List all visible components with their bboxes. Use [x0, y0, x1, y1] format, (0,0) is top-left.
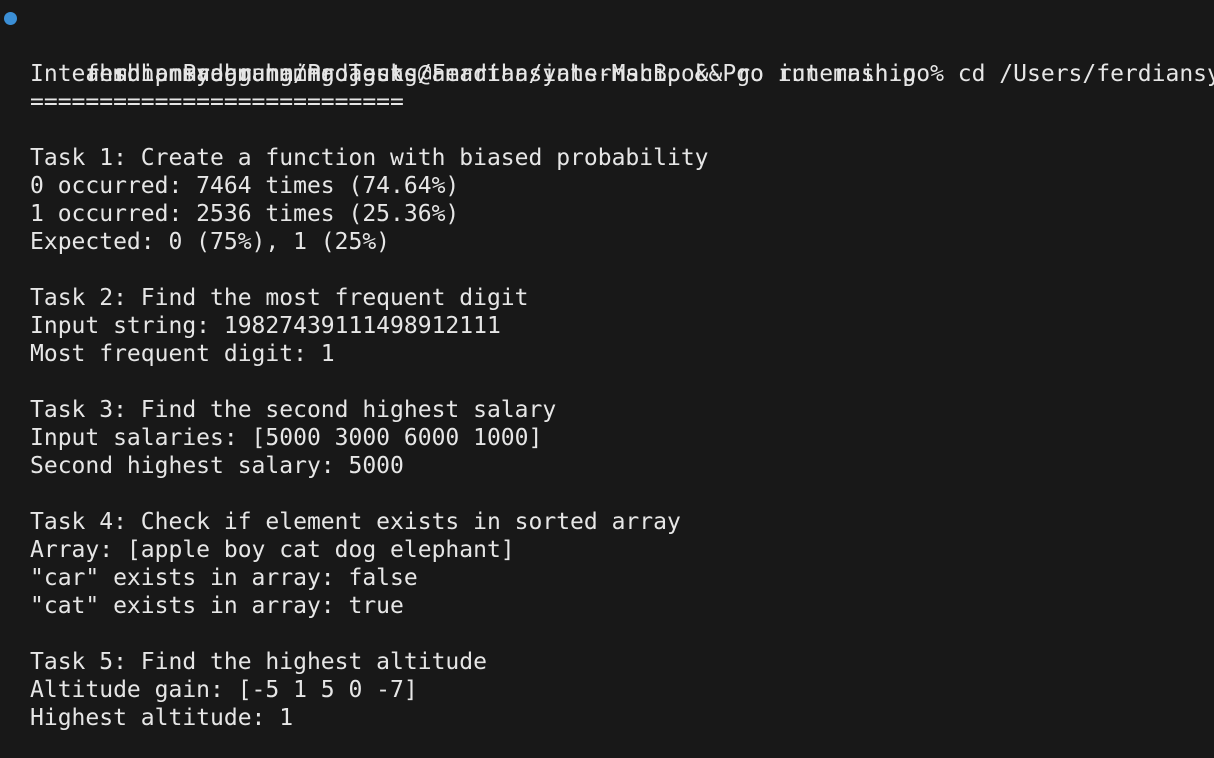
task-1-result-one: 1 occurred: 2536 times (25.36%)	[30, 201, 460, 227]
output-title: Internship Programming Tasks	[30, 61, 418, 87]
output-blank-line	[0, 256, 1214, 284]
command-status-dot-icon	[4, 12, 17, 25]
command-line: ferdiansyahmuhammadagung@Ferdiansyahs-Ma…	[0, 4, 1214, 87]
output-blank-line	[0, 116, 1214, 144]
task-4-array: Array: [apple boy cat dog elephant]	[30, 537, 515, 563]
output-blank-line	[0, 480, 1214, 508]
output-separator: ===========================	[30, 89, 404, 115]
task-1-expected: Expected: 0 (75%), 1 (25%)	[30, 229, 391, 255]
task-5-result: Highest altitude: 1	[30, 705, 294, 731]
output-blank-line	[0, 368, 1214, 396]
task-2-result: Most frequent digit: 1	[30, 341, 335, 367]
task-1-heading: Task 1: Create a function with biased pr…	[30, 145, 709, 171]
terminal-window[interactable]: ferdiansyahmuhammadagung@Ferdiansyahs-Ma…	[0, 0, 1214, 758]
task-3-input: Input salaries: [5000 3000 6000 1000]	[30, 425, 543, 451]
command-line-wrap: ahmuhammadagung/Projects/amartha/interns…	[0, 32, 1214, 87]
task-4-car-result: "car" exists in array: false	[30, 565, 418, 591]
task-4-heading: Task 4: Check if element exists in sorte…	[30, 509, 681, 535]
task-3-heading: Task 3: Find the second highest salary	[30, 397, 557, 423]
task-2-heading: Task 2: Find the most frequent digit	[30, 285, 529, 311]
task-5-input: Altitude gain: [-5 1 5 0 -7]	[30, 677, 418, 703]
task-2-input: Input string: 19827439111498912111	[30, 313, 501, 339]
task-1-result-zero: 0 occurred: 7464 times (74.64%)	[30, 173, 460, 199]
output-blank-line	[0, 620, 1214, 648]
task-5-heading: Task 5: Find the highest altitude	[30, 649, 487, 675]
task-3-result: Second highest salary: 5000	[30, 453, 404, 479]
task-4-cat-result: "cat" exists in array: true	[30, 593, 404, 619]
